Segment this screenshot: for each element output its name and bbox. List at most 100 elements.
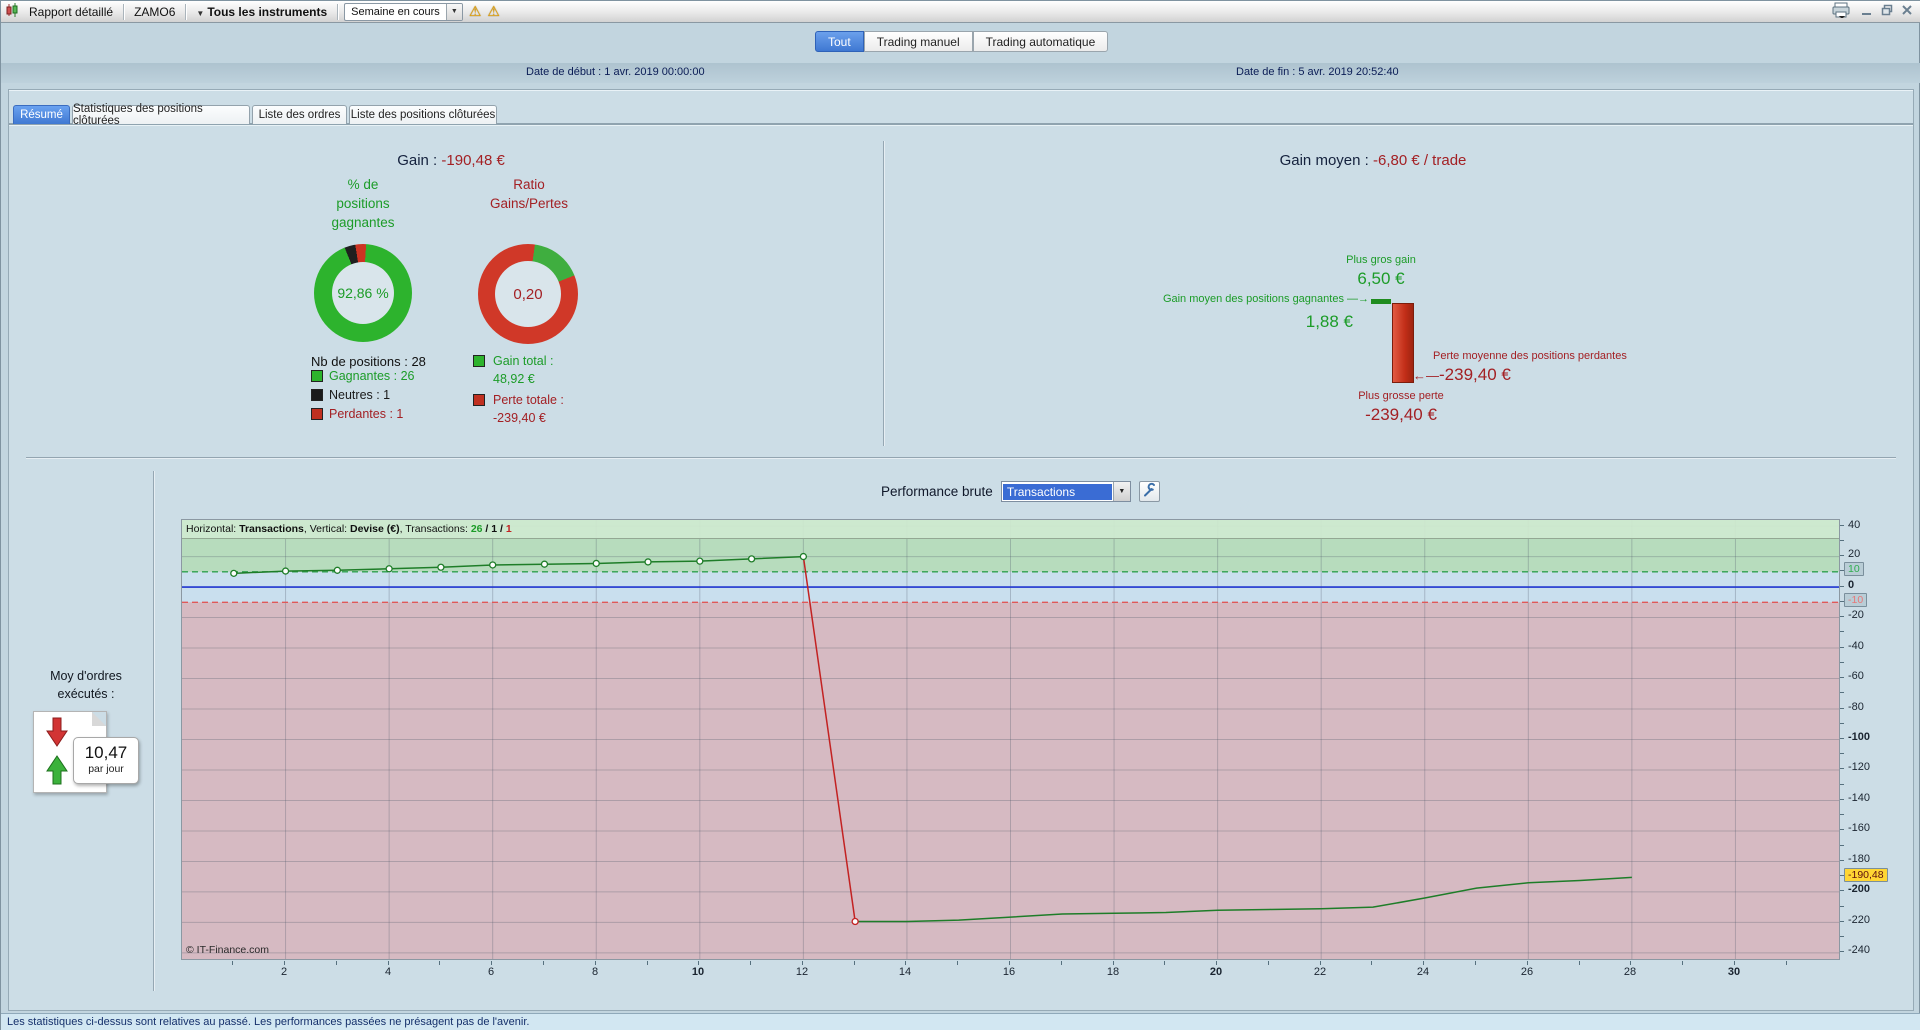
restore-button[interactable] xyxy=(1881,4,1893,19)
x-axis-label: 12 xyxy=(795,966,809,978)
x-axis-tick xyxy=(1475,961,1476,965)
y-axis-tick xyxy=(1840,860,1844,861)
all-instruments-dropdown[interactable]: ▼ Tous les instruments xyxy=(192,5,331,19)
x-axis-label: 24 xyxy=(1416,966,1430,978)
positions-count-label: Nb de positions : 28 xyxy=(311,354,426,369)
period-select[interactable]: Semaine en cours ▼ xyxy=(344,2,463,21)
total-loss-label: Perte totale : xyxy=(493,393,564,407)
y-axis-label: -160 xyxy=(1848,822,1871,834)
chevron-down-icon[interactable]: ▼ xyxy=(1112,482,1130,501)
left-arrow-icon: ←— xyxy=(1413,368,1439,383)
tab-resume[interactable]: Résumé xyxy=(13,105,70,124)
gain-summary: Gain : -190,48 € xyxy=(281,152,621,169)
performance-chart[interactable]: Horizontal: Transactions, Vertical: Devi… xyxy=(181,519,1840,960)
x-axis-label: 30 xyxy=(1727,966,1741,978)
tab-closed-positions-stats[interactable]: Statistiques des positions clôturées xyxy=(72,103,250,127)
chevron-down-icon[interactable]: ▼ xyxy=(445,3,462,20)
legend-swatch-total-loss xyxy=(473,394,485,406)
x-axis-tick xyxy=(284,961,285,965)
x-axis-tick xyxy=(1682,961,1683,965)
data-point-marker xyxy=(747,555,756,563)
x-axis-tick xyxy=(491,961,492,965)
x-axis-label: 28 xyxy=(1623,966,1637,978)
chart-settings-button[interactable] xyxy=(1138,481,1160,502)
stats-divider xyxy=(883,141,884,446)
winrate-value: 92,86 % xyxy=(337,285,389,301)
y-axis-label: -60 xyxy=(1848,670,1864,682)
legend-winners-label: Gagnantes : 26 xyxy=(329,369,415,383)
mode-tab-manual[interactable]: Trading manuel xyxy=(863,31,973,52)
x-axis-tick xyxy=(543,961,544,965)
report-window: Rapport détaillé ZAMO6 ▼ Tous les instrum… xyxy=(0,0,1920,1030)
x-axis-tick xyxy=(439,961,440,965)
end-date-label: Date de fin : 5 avr. 2019 20:52:40 xyxy=(1236,66,1399,78)
data-point-marker xyxy=(437,563,445,571)
data-point-marker xyxy=(851,917,859,926)
close-button[interactable] xyxy=(1901,4,1913,19)
winrate-donut-chart: 92,86 % xyxy=(314,244,412,342)
y-axis-value-marker: 10 xyxy=(1844,562,1864,576)
ratio-donut-chart: 0,20 xyxy=(478,244,578,344)
y-axis-tick xyxy=(1840,692,1844,693)
data-point-marker xyxy=(540,560,549,568)
x-axis-tick xyxy=(1786,961,1787,965)
x-axis-label: 22 xyxy=(1313,966,1327,978)
tab-closed-positions-list[interactable]: Liste des positions clôturées xyxy=(349,105,497,124)
warning-icon[interactable]: ⚠ xyxy=(487,3,500,20)
y-axis-label: -120 xyxy=(1848,761,1871,773)
report-title-button[interactable]: Rapport détaillé xyxy=(25,5,117,19)
x-axis-tick xyxy=(1371,961,1372,965)
x-axis-label: 4 xyxy=(384,966,392,978)
y-axis-tick xyxy=(1840,799,1844,800)
print-button[interactable] xyxy=(1831,2,1853,21)
y-axis-label: -140 xyxy=(1848,792,1871,804)
avg-win-value: 1,88 € xyxy=(1305,312,1353,331)
x-axis-tick xyxy=(595,961,596,965)
total-gain-value: 48,92 € xyxy=(493,372,535,386)
x-axis-label: 2 xyxy=(280,966,288,978)
x-axis-tick xyxy=(1630,961,1631,965)
x-axis-label: 10 xyxy=(691,966,705,978)
x-axis-label: 6 xyxy=(487,966,495,978)
minimize-button[interactable] xyxy=(1861,4,1873,19)
total-loss-value: -239,40 € xyxy=(493,411,546,425)
x-axis-tick xyxy=(1423,961,1424,965)
x-axis-tick xyxy=(802,961,803,965)
equity-curve-plot[interactable] xyxy=(182,520,1839,959)
toolbar-separator xyxy=(185,3,187,20)
performance-label: Performance brute xyxy=(881,484,993,499)
y-axis-tick xyxy=(1840,723,1844,724)
mode-tab-all[interactable]: Tout xyxy=(815,31,864,52)
x-axis-label: 18 xyxy=(1106,966,1120,978)
section-divider xyxy=(26,457,1896,458)
x-axis[interactable]: 2 4 6 8 10 12 14 16 18 20 22 24 26 28 30 xyxy=(181,961,1840,983)
average-gain-value: -6,80 € / trade xyxy=(1372,152,1467,169)
warning-icon[interactable]: ⚠ xyxy=(469,3,482,20)
legend-swatch-losers xyxy=(311,408,323,420)
y-axis-tick xyxy=(1840,631,1844,632)
x-axis-tick xyxy=(1164,961,1165,965)
biggest-gain-label: Plus gros gain xyxy=(1346,254,1416,266)
tab-orders-list[interactable]: Liste des ordres xyxy=(252,105,347,124)
ratio-title: Ratio Gains/Pertes xyxy=(489,177,569,211)
copyright-label: © IT-Finance.com xyxy=(186,944,270,956)
x-axis-tick xyxy=(1061,961,1062,965)
y-axis[interactable]: 40 20 0 -20 -40 -60 -80 -100 -120 -140 -160 -180 -20… xyxy=(1840,519,1912,965)
data-point-marker xyxy=(592,559,600,568)
performance-select[interactable]: Transactions ▼ xyxy=(1000,481,1131,502)
toolbar-separator xyxy=(123,3,125,20)
chart-left-divider xyxy=(153,471,154,991)
x-axis-label: 8 xyxy=(591,966,599,978)
legend-losers-label: Perdantes : 1 xyxy=(329,407,404,421)
data-point-marker xyxy=(644,558,652,566)
x-axis-tick xyxy=(1113,961,1114,965)
y-axis-value-marker: -10 xyxy=(1844,593,1868,607)
mode-tab-automatic[interactable]: Trading automatique xyxy=(972,31,1109,52)
title-bar: Rapport détaillé ZAMO6 ▼ Tous les instrum… xyxy=(1,1,1920,23)
y-axis-tick xyxy=(1840,540,1844,541)
start-date-label: Date de début : 1 avr. 2019 00:00:00 xyxy=(526,66,705,78)
y-axis-label: 40 xyxy=(1848,519,1861,531)
x-axis-tick xyxy=(1268,961,1269,965)
instrument-tab[interactable]: ZAMO6 xyxy=(130,5,179,19)
x-axis-tick xyxy=(750,961,751,965)
